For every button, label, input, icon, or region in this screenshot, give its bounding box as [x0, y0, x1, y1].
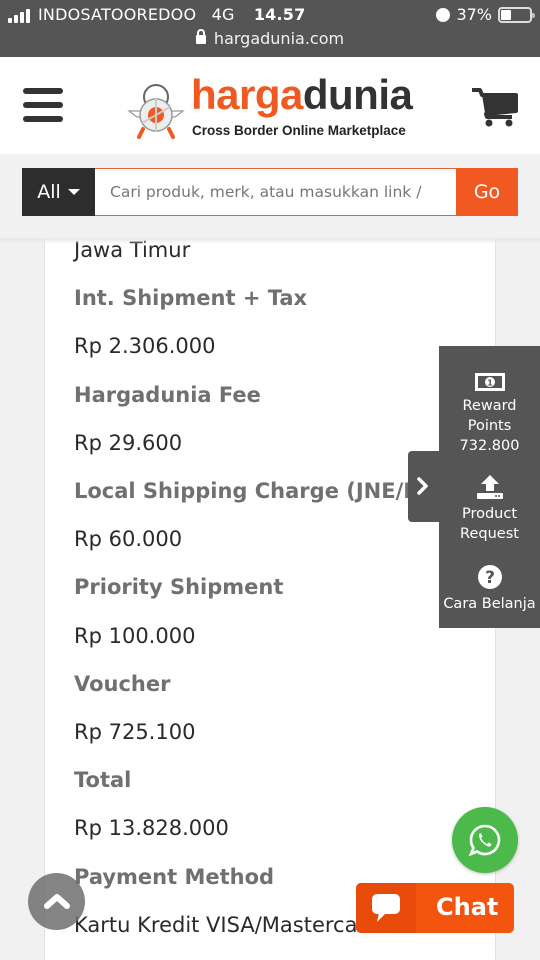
whatsapp-button[interactable]	[452, 807, 518, 873]
battery-percent: 37%	[456, 5, 492, 24]
speech-bubble-icon	[372, 894, 400, 922]
whatsapp-icon	[468, 824, 501, 857]
lock-icon	[195, 29, 206, 44]
category-label: All	[37, 181, 61, 203]
clock: 14.57	[253, 5, 306, 24]
reward-points-item[interactable]: 1 Reward Points 732.800	[439, 372, 540, 456]
header-shadow	[0, 238, 540, 244]
alarm-icon	[436, 7, 451, 22]
cart-icon[interactable]	[472, 87, 518, 127]
chat-button[interactable]: Chat	[356, 883, 514, 933]
chevron-right-icon	[417, 477, 428, 495]
summary-label: Int. Shipment + Tax	[74, 286, 308, 311]
logo-tagline: Cross Border Online Marketplace	[192, 123, 406, 138]
svg-text:?: ?	[485, 568, 495, 588]
network-type: 4G	[211, 5, 235, 24]
side-panel: 1 Reward Points 732.800 Product Request …	[439, 346, 540, 628]
summary-value: Rp 2.306.000	[74, 334, 216, 359]
money-bill-icon: 1	[474, 373, 505, 391]
search-bar: All Go	[0, 154, 540, 238]
summary-label: Total	[74, 768, 132, 793]
status-bar: INDOSATOOREDOO 4G 14.57 37% hargadunia.c…	[0, 0, 540, 57]
url-text: hargadunia.com	[213, 29, 345, 48]
product-request-label-2: Request	[460, 526, 519, 542]
search-input[interactable]	[95, 168, 456, 216]
scroll-to-top-button[interactable]	[28, 873, 85, 930]
carrier-name: INDOSATOOREDOO	[38, 5, 197, 24]
upload-icon	[476, 475, 503, 499]
summary-value: Rp 29.600	[74, 430, 183, 455]
site-header: hargadunia Cross Border Online Marketpla…	[0, 57, 540, 154]
chat-label: Chat	[436, 893, 499, 921]
battery-icon	[498, 6, 535, 23]
summary-value: Rp 13.828.000	[74, 816, 229, 841]
product-request-label-1: Product	[461, 506, 518, 522]
summary-value: Rp 725.100	[74, 720, 196, 744]
order-summary-card: Jawa Timur Int. Shipment + Tax Rp 2.306.00…	[44, 238, 496, 960]
svg-text:1: 1	[487, 379, 493, 388]
logo-dunia: dunia	[302, 71, 413, 118]
summary-value: Rp 60.000	[74, 527, 183, 552]
search-go-button[interactable]: Go	[456, 168, 518, 216]
signal-icon	[8, 9, 30, 23]
menu-icon[interactable]	[23, 88, 63, 122]
question-circle-icon: ?	[477, 565, 502, 589]
summary-value: Rp 100.000	[74, 623, 196, 648]
summary-label: Payment Method	[74, 864, 275, 889]
category-dropdown[interactable]: All	[22, 168, 95, 216]
airplane-logo-icon	[127, 84, 185, 139]
product-request-item[interactable]: Product Request	[439, 474, 540, 544]
side-panel-toggle[interactable]	[408, 451, 440, 522]
logo-harga: harga	[191, 71, 303, 118]
summary-value: Kartu Kredit VISA/Mastercard	[74, 912, 380, 937]
summary-label: Local Shipping Charge (JNE/REX)	[74, 479, 460, 503]
reward-label-1: Reward	[462, 398, 517, 414]
site-logo[interactable]: hargadunia Cross Border Online Marketpla…	[125, 71, 420, 143]
summary-label: Hargadunia Fee	[74, 382, 261, 407]
address-bar[interactable]: hargadunia.com	[0, 29, 540, 48]
battery-fill	[501, 9, 511, 20]
summary-label: Priority Shipment	[74, 575, 284, 600]
chevron-up-icon	[44, 894, 70, 909]
summary-label: Voucher	[74, 671, 171, 696]
caret-down-icon	[67, 189, 80, 195]
cara-belanja-label: Cara Belanja	[443, 596, 536, 612]
cara-belanja-item[interactable]: ? Cara Belanja	[439, 564, 540, 614]
reward-label-2: Points	[467, 418, 512, 434]
reward-points-value: 732.800	[459, 438, 520, 454]
